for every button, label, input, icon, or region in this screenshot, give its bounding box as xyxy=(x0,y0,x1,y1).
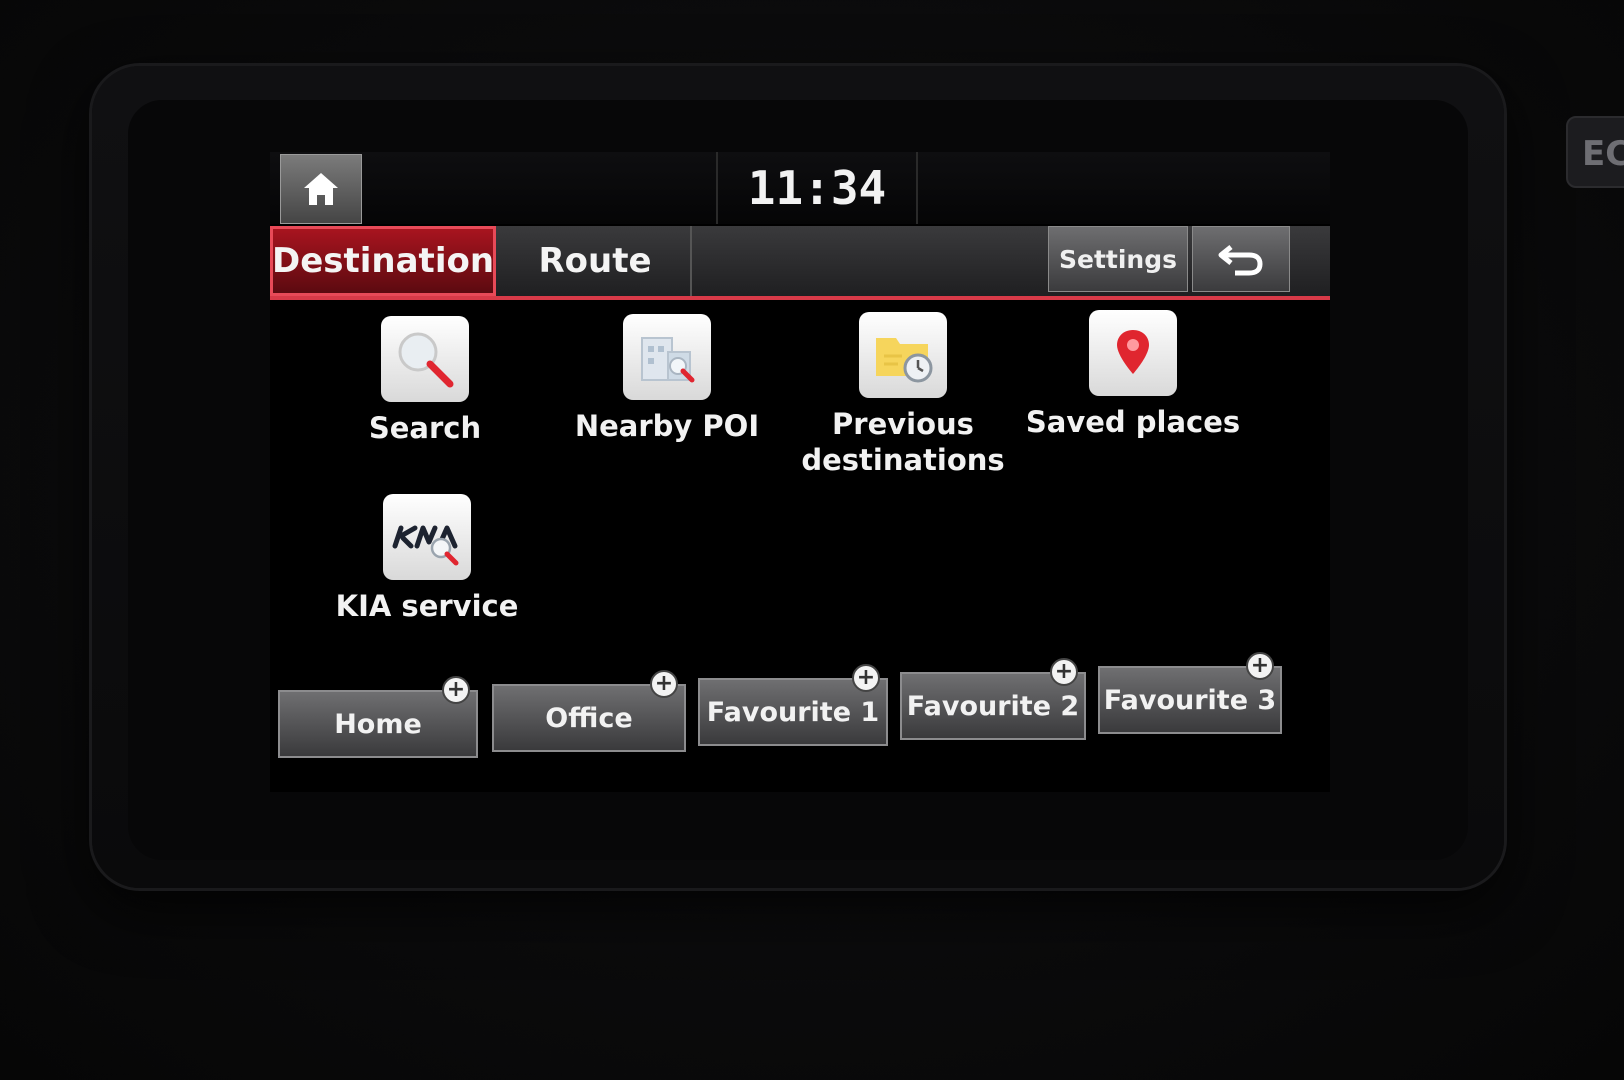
favourite-office-button[interactable]: Office + xyxy=(492,670,686,752)
favourite-1-button[interactable]: Favourite 1 + xyxy=(698,664,888,746)
menu-item-label-line1: Previous xyxy=(832,407,974,441)
infotainment-screen: 11:34 Destination Route Settings Search xyxy=(270,152,1330,792)
add-home-icon[interactable]: + xyxy=(442,676,470,704)
menu-item-kia-service[interactable]: KIA service xyxy=(312,494,542,624)
favourite-2-button[interactable]: Favourite 2 + xyxy=(900,658,1086,740)
favourite-label: Favourite 1 xyxy=(706,696,880,728)
tab-bar: Destination Route Settings xyxy=(270,226,1330,300)
kia-service-icon xyxy=(383,494,471,580)
menu-item-search[interactable]: Search xyxy=(310,316,540,446)
menu-item-nearby-poi[interactable]: Nearby POI xyxy=(552,314,782,444)
favourite-label: Favourite 3 xyxy=(1103,684,1277,716)
favourite-3-button[interactable]: Favourite 3 + xyxy=(1098,652,1282,734)
side-button-text: EC xyxy=(1582,134,1624,174)
favourite-home-button[interactable]: Home + xyxy=(278,676,478,758)
side-hardware-button[interactable]: EC xyxy=(1566,116,1624,188)
home-button[interactable] xyxy=(280,154,362,224)
add-favourite-3-icon[interactable]: + xyxy=(1246,652,1274,680)
add-office-icon[interactable]: + xyxy=(650,670,678,698)
saved-places-icon xyxy=(1089,310,1177,396)
clock: 11:34 xyxy=(716,152,918,224)
menu-item-saved-places[interactable]: Saved places xyxy=(1018,310,1248,440)
clock-text: 11:34 xyxy=(747,161,887,215)
menu-item-label: Saved places xyxy=(1025,405,1241,439)
add-favourite-2-icon[interactable]: + xyxy=(1050,658,1078,686)
settings-button[interactable]: Settings xyxy=(1048,226,1188,292)
back-button[interactable] xyxy=(1192,226,1290,292)
menu-item-label-line2: destinations xyxy=(801,443,1005,477)
favourite-label: Favourite 2 xyxy=(906,690,1080,722)
menu-item-label: KIA service xyxy=(335,589,519,623)
tab-destination-label: Destination xyxy=(271,241,495,281)
search-icon xyxy=(381,316,469,402)
tab-route[interactable]: Route xyxy=(500,226,692,296)
previous-destinations-icon xyxy=(859,312,947,398)
menu-item-label: Nearby POI xyxy=(574,409,760,443)
home-icon xyxy=(304,173,338,205)
tab-destination[interactable]: Destination xyxy=(270,226,496,296)
nearby-poi-icon xyxy=(623,314,711,400)
add-favourite-1-icon[interactable]: + xyxy=(852,664,880,692)
back-arrow-icon xyxy=(1218,245,1263,276)
settings-label: Settings xyxy=(1058,244,1177,274)
menu-item-previous-destinations[interactable]: Previous destinations xyxy=(788,312,1018,478)
favourite-label: Office xyxy=(545,702,633,734)
status-bar: 11:34 xyxy=(270,152,1330,224)
favourite-label: Home xyxy=(334,708,422,740)
tab-route-label: Route xyxy=(538,241,652,281)
menu-item-label: Search xyxy=(368,411,482,445)
